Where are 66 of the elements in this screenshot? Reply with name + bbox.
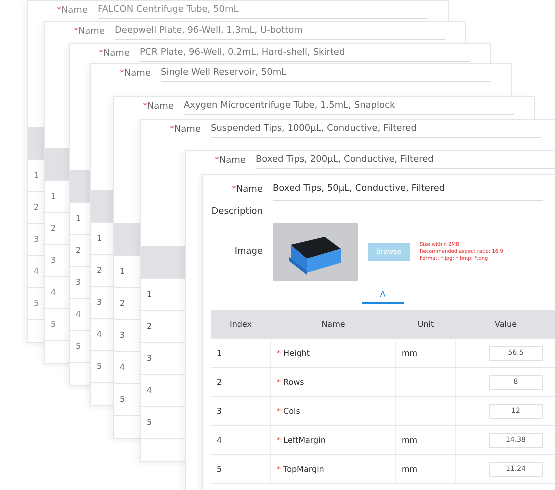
table-cell: 5 — [147, 418, 152, 427]
name-field[interactable]: Single Well Reservoir, 50mL — [161, 65, 491, 82]
table-cell: 1 — [120, 267, 126, 276]
table-cell: * Cols — [277, 406, 300, 416]
table-cell: 4 — [34, 267, 40, 276]
field-label: *Name — [214, 156, 246, 166]
name-field[interactable]: Boxed Tips, 50µL, Conductive, Filtered — [273, 179, 543, 201]
table-cell: 3 — [76, 278, 82, 287]
table-cell: 3 — [217, 406, 222, 416]
table-cell: 3 — [97, 298, 102, 307]
table-cell: * Height — [277, 348, 310, 358]
table-cell: 5 — [120, 395, 126, 404]
table-cell: 1 — [147, 290, 152, 299]
field-label: *Name — [98, 48, 130, 58]
table-cell: 3 — [51, 256, 56, 265]
field-label: *Name — [142, 102, 174, 112]
table-cell: 1 — [217, 348, 222, 358]
field-label: *Name — [232, 185, 263, 195]
table-cell: 5 — [51, 320, 56, 329]
table-cell: 5 — [76, 342, 82, 351]
name-field[interactable]: Suspended Tips, 1000µL, Conductive, Filtered — [211, 121, 541, 138]
name-field[interactable]: PCR Plate, 96-Well, 0.2mL, Hard-shell, Skirted — [140, 45, 470, 62]
tab[interactable]: A — [362, 290, 404, 304]
table-cell: 4 — [147, 386, 152, 395]
name-field[interactable]: Boxed Tips, 200µL, Conductive, Filtered — [256, 152, 555, 169]
table-cell: 2 — [217, 378, 222, 386]
table-cell: mm — [402, 436, 418, 444]
table-cell: 5 — [217, 464, 222, 474]
table-cell: 5 — [97, 362, 102, 371]
table-cell: 2 — [147, 322, 152, 331]
table-cell: 2 — [76, 246, 82, 255]
table-cell: 3 — [147, 354, 152, 363]
table-cell: * LeftMargin — [277, 436, 326, 444]
table-cell: 1 — [76, 214, 82, 223]
name-field[interactable]: Axygen Microcentrifuge Tube, 1.5mL, Snaplock — [184, 98, 514, 115]
field-label: *Name — [120, 68, 151, 78]
table-cell: 4 — [97, 330, 102, 339]
table-cell: mm — [402, 464, 418, 474]
table-cell: * TopMargin — [277, 464, 324, 474]
table-cell: 2 — [97, 266, 102, 275]
field-label: Description — [212, 206, 263, 216]
table-cell: 3 — [34, 235, 40, 244]
field-label: Image — [234, 247, 263, 257]
table-cell: mm — [402, 348, 418, 358]
column-header: Index — [211, 310, 271, 338]
table-cell: 1 — [97, 234, 102, 243]
table-cell: 3 — [120, 331, 126, 340]
table-cell: 1 — [34, 171, 40, 180]
field-label: *Name — [74, 26, 105, 36]
column-header: Unit — [396, 310, 456, 338]
table-cell: 4 — [76, 310, 82, 319]
table-cell: 1 — [51, 192, 56, 201]
table-cell: 4 — [51, 288, 56, 297]
table-cell: * Rows — [277, 378, 304, 386]
table-cell: 2 — [34, 203, 40, 212]
table-cell: 5 — [34, 299, 40, 308]
table-cell: 2 — [51, 224, 56, 233]
table-cell: 2 — [120, 299, 126, 308]
table-cell: 4 — [217, 436, 222, 444]
column-header: Name — [271, 310, 396, 338]
column-header: Value — [456, 310, 555, 338]
table-cell: 4 — [120, 363, 126, 372]
name-field[interactable]: FALCON Centrifuge Tube, 50mL — [98, 2, 428, 19]
field-label: *Name — [170, 124, 201, 134]
field-label: *Name — [56, 6, 88, 16]
name-field[interactable]: Deepwell Plate, 96-Well, 1.3mL, U-bottom — [115, 23, 445, 40]
